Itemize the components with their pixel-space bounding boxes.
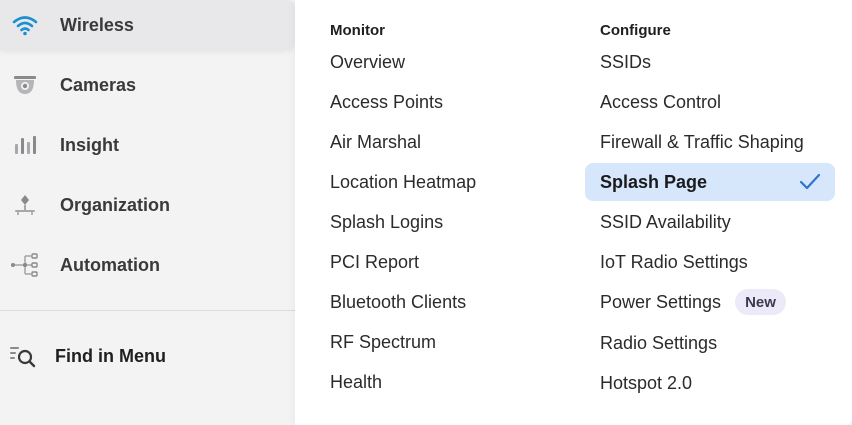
sidebar-item-automation[interactable]: Automation [0,240,295,290]
menu-link-air-marshal[interactable]: Air Marshal [315,123,555,161]
automation-icon [10,250,40,280]
sidebar-item-insight[interactable]: Insight [0,120,295,170]
menu-link-label: Splash Page [600,171,708,192]
menu-link-ssids[interactable]: SSIDs [585,43,835,81]
sidebar-item-cameras[interactable]: Cameras [0,60,295,110]
sidebar-item-organization[interactable]: Organization [0,180,295,230]
configure-heading: Configure [600,22,671,39]
find-in-menu-label: Find in Menu [55,345,166,366]
menu-link-ssid-availability[interactable]: SSID Availability [585,203,835,241]
menu-link-firewall-traffic-shaping[interactable]: Firewall & Traffic Shaping [585,123,835,161]
menu-link-health[interactable]: Health [315,363,555,401]
checkmark-icon [799,173,821,190]
menu-link-iot-radio-settings[interactable]: IoT Radio Settings [585,243,835,281]
app-root: Wireless Cameras Insight Organization Au… [0,0,852,425]
sidebar-item-label: Cameras [60,74,137,95]
menu-link-pci-report[interactable]: PCI Report [315,243,555,281]
new-badge: New [735,289,786,315]
menu-link-power-settings[interactable]: Power Settings New [585,283,835,321]
sidebar: Wireless Cameras Insight Organization Au… [0,0,295,425]
sidebar-item-wireless[interactable]: Wireless [0,0,295,50]
sidebar-item-label: Wireless [60,14,134,35]
wireless-menu-panel: Monitor Overview Access Points Air Marsh… [295,0,852,425]
find-in-menu-button[interactable]: Find in Menu [0,331,295,381]
menu-link-location-heatmap[interactable]: Location Heatmap [315,163,555,201]
sidebar-divider [0,310,295,311]
menu-link-radio-settings[interactable]: Radio Settings [585,324,835,362]
menu-link-bluetooth-clients[interactable]: Bluetooth Clients [315,283,555,321]
menu-link-overview[interactable]: Overview [315,43,555,81]
wifi-icon [10,10,40,40]
menu-link-splash-page[interactable]: Splash Page [585,163,835,201]
menu-link-hotspot-2[interactable]: Hotspot 2.0 [585,364,835,402]
menu-link-rf-spectrum[interactable]: RF Spectrum [315,323,555,361]
sidebar-item-label: Organization [60,194,171,215]
menu-link-access-control[interactable]: Access Control [585,83,835,121]
sidebar-item-label: Insight [60,134,119,155]
bar-chart-icon [10,130,40,160]
organization-icon [10,190,40,220]
monitor-heading: Monitor [330,22,385,39]
menu-link-splash-logins[interactable]: Splash Logins [315,203,555,241]
find-menu-icon [8,341,38,371]
menu-link-access-points[interactable]: Access Points [315,83,555,121]
camera-icon [10,70,40,100]
menu-link-label: Power Settings [600,291,722,312]
sidebar-item-label: Automation [60,254,160,275]
